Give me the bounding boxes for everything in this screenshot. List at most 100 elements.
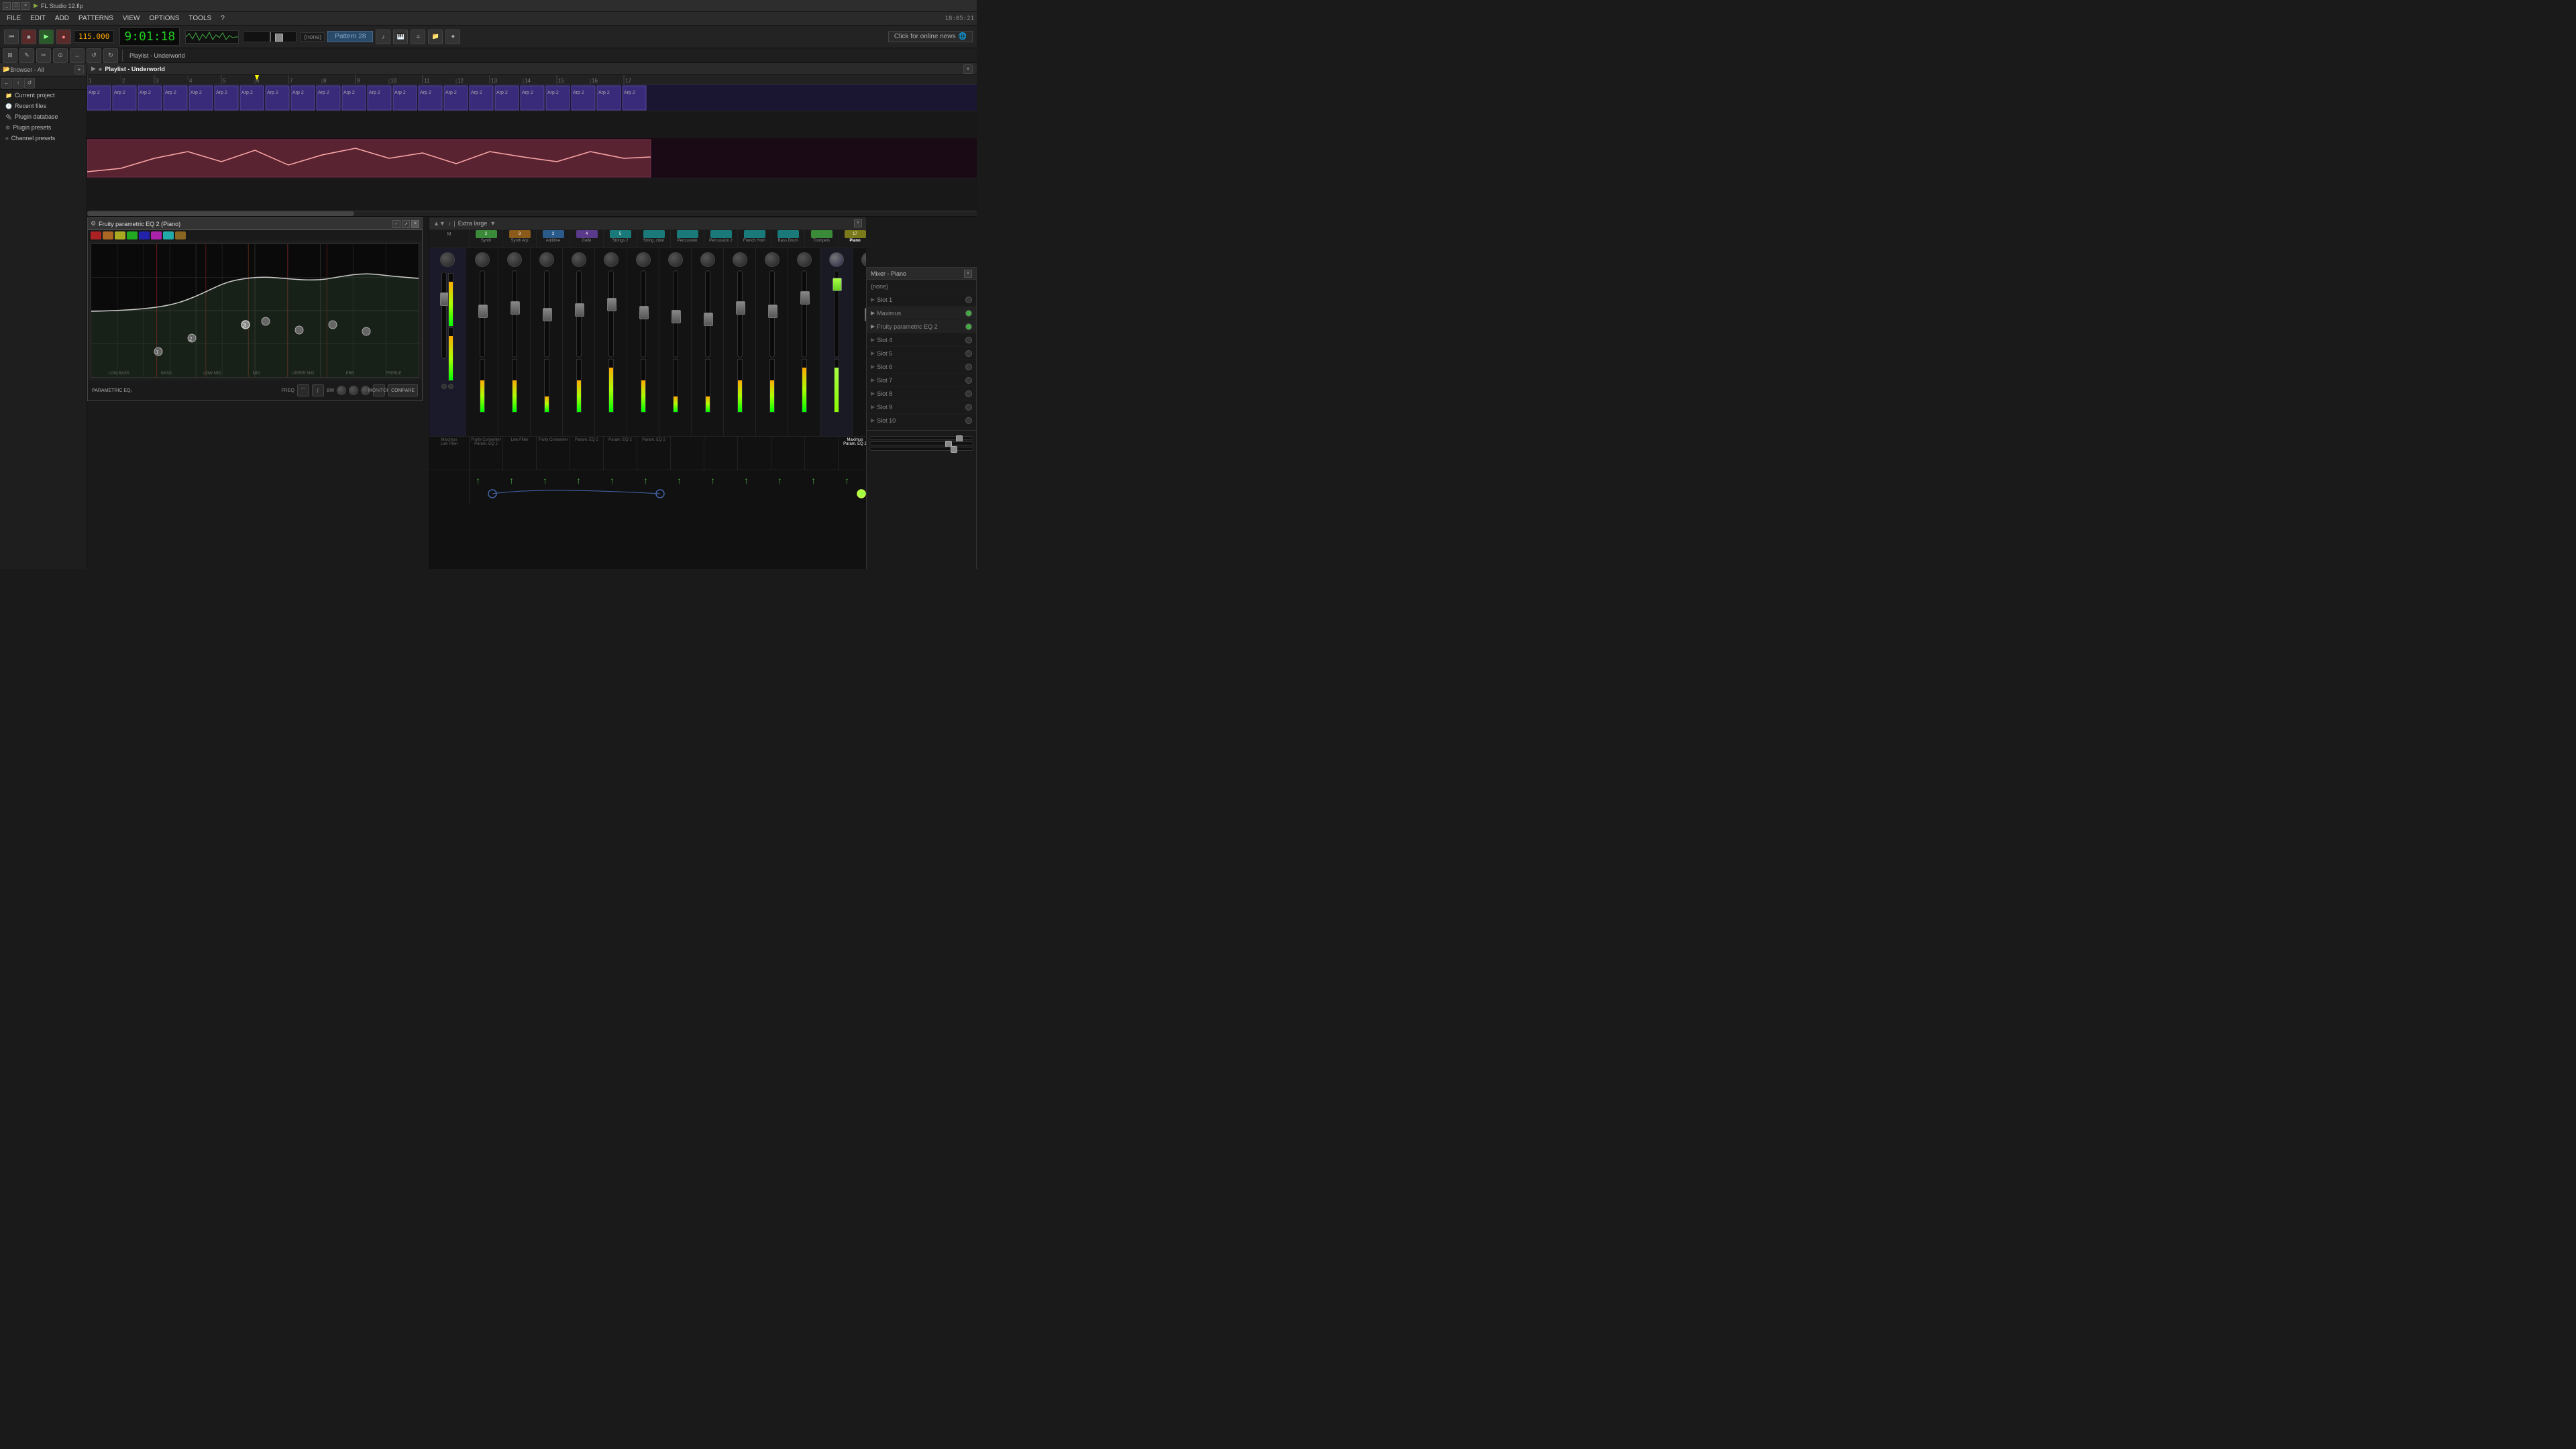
menu-options[interactable]: OPTIONS — [145, 13, 183, 23]
maximize-button[interactable]: □ — [12, 2, 20, 10]
eq-freq-knob[interactable] — [337, 386, 346, 395]
syntharp-fader-thumb[interactable] — [511, 301, 520, 315]
bassdrum-pan-knob[interactable] — [765, 252, 780, 267]
fhorn-pan-knob[interactable] — [733, 252, 747, 267]
mixer-close-btn[interactable]: × — [854, 219, 862, 227]
menu-file[interactable]: FILE — [3, 13, 25, 23]
tool6-btn[interactable]: ↻ — [103, 48, 118, 63]
scroll-thumb[interactable] — [87, 211, 354, 216]
browser-refresh-btn[interactable]: ↺ — [24, 78, 35, 89]
strings2-fader-thumb[interactable] — [607, 298, 616, 311]
slot9-power[interactable] — [965, 404, 972, 411]
browser-up-btn[interactable]: ↑ — [13, 78, 23, 89]
slot-maximus-power[interactable] — [965, 310, 972, 317]
pattern-button[interactable]: Pattern 28 — [327, 31, 373, 42]
cello-fader-thumb[interactable] — [575, 303, 584, 317]
perc-pan-knob[interactable] — [668, 252, 683, 267]
menu-help[interactable]: ? — [217, 13, 229, 23]
slot5-power[interactable] — [965, 350, 972, 357]
trumpets-fader-thumb[interactable] — [800, 291, 810, 305]
playlist-btn[interactable]: ≡ — [411, 30, 425, 44]
additive-fader-thumb[interactable] — [543, 308, 552, 321]
close-button[interactable]: × — [21, 2, 30, 10]
slot-1-item[interactable]: ▶ Slot 1 — [867, 293, 976, 307]
slot4-power[interactable] — [965, 337, 972, 343]
slot-10-item[interactable]: ▶ Slot 10 — [867, 414, 976, 427]
perc2-fader-thumb[interactable] — [704, 313, 713, 326]
fhorn-fader-thumb[interactable] — [736, 301, 745, 315]
minimize-button[interactable]: _ — [3, 2, 11, 10]
slot10-power[interactable] — [965, 417, 972, 424]
sidebar-item-current-project[interactable]: 📁 Current project — [0, 90, 87, 101]
eq-close-btn[interactable]: × — [411, 220, 419, 228]
tool3-btn[interactable]: ⊙ — [53, 48, 68, 63]
slot-eq2-power[interactable] — [965, 323, 972, 330]
browser-add-btn[interactable]: + — [74, 65, 84, 74]
master-mute-btn[interactable] — [441, 384, 447, 389]
menu-add[interactable]: ADD — [51, 13, 73, 23]
stringsec-pan-knob[interactable] — [636, 252, 651, 267]
slot-4-item[interactable]: ▶ Slot 4 — [867, 333, 976, 347]
trumpets-pan-knob[interactable] — [797, 252, 812, 267]
eq-monitor-btn[interactable]: MONITOR — [373, 384, 385, 396]
perc-fader-thumb[interactable] — [672, 310, 681, 323]
syntharp-pan-knob[interactable] — [507, 252, 522, 267]
synth-fader-thumb[interactable] — [478, 305, 488, 318]
playlist-close-btn[interactable]: × — [963, 64, 973, 74]
sidebar-item-recent-files[interactable]: 🕐 Recent files — [0, 101, 87, 111]
menu-patterns[interactable]: PATTERNS — [74, 13, 117, 23]
stringsec-fader-thumb[interactable] — [639, 306, 649, 319]
menu-edit[interactable]: EDIT — [26, 13, 50, 23]
news-button[interactable]: Click for online news 🌐 — [888, 31, 973, 42]
eq-compare-btn[interactable]: COMPARE — [388, 384, 418, 396]
bassdrum-fader-thumb[interactable] — [768, 305, 777, 318]
slot-6-item[interactable]: ▶ Slot 6 — [867, 360, 976, 374]
piano-pan-knob[interactable] — [829, 252, 844, 267]
slots-close-btn[interactable]: × — [964, 270, 972, 278]
additive-pan-knob[interactable] — [539, 252, 554, 267]
slot-none-top[interactable]: (none) — [867, 280, 976, 293]
cello-pan-knob[interactable] — [572, 252, 586, 267]
playlist-scrollbar[interactable] — [87, 211, 977, 216]
synth-pan-knob[interactable] — [475, 252, 490, 267]
slot-5-item[interactable]: ▶ Slot 5 — [867, 347, 976, 360]
browser-btn[interactable]: 📁 — [428, 30, 443, 44]
eq-minimize-btn[interactable]: ← — [392, 220, 400, 228]
tool2-btn[interactable]: ✂ — [36, 48, 51, 63]
strings2-pan-knob[interactable] — [604, 252, 619, 267]
tool4-btn[interactable]: ⇔ — [70, 48, 85, 63]
slot8-power[interactable] — [965, 390, 972, 397]
slot-9-item[interactable]: ▶ Slot 9 — [867, 400, 976, 414]
slot7-power[interactable] — [965, 377, 972, 384]
slot-8-item[interactable]: ▶ Slot 8 — [867, 387, 976, 400]
perc2-pan-knob[interactable] — [700, 252, 715, 267]
rewind-button[interactable]: ⏮ — [4, 30, 19, 44]
mixer-icon-btn[interactable]: ♪ — [376, 30, 390, 44]
master-pan-knob[interactable] — [440, 252, 455, 267]
bpm-display[interactable]: 115.000 — [74, 30, 114, 43]
stop-button[interactable]: ■ — [21, 30, 36, 44]
slot6-power[interactable] — [965, 364, 972, 370]
tool1-btn[interactable]: ✎ — [19, 48, 34, 63]
slot-maximus-item[interactable]: ▶ Maximus — [867, 307, 976, 320]
sidebar-item-plugin-presets[interactable]: ⚙ Plugin presets — [0, 122, 87, 133]
eq-band-type-btn1[interactable]: ⌒ — [297, 384, 309, 396]
slot1-power[interactable] — [965, 297, 972, 303]
browser-nav-btn[interactable]: ← — [1, 78, 12, 89]
master-solo-btn[interactable] — [448, 384, 453, 389]
eq-detach-btn[interactable]: ↗ — [402, 220, 410, 228]
sidebar-item-channel-presets[interactable]: ≡ Channel presets — [0, 133, 87, 144]
piano-fader-thumb[interactable] — [833, 278, 842, 291]
play-button[interactable]: ▶ — [39, 30, 54, 44]
window-controls[interactable]: _ □ × — [3, 2, 30, 10]
brass-pan-knob[interactable] — [861, 252, 867, 267]
menu-tools[interactable]: TOOLS — [184, 13, 215, 23]
tool5-btn[interactable]: ↺ — [87, 48, 101, 63]
record-button[interactable]: ● — [56, 30, 71, 44]
record2-btn[interactable]: ⏺ — [445, 30, 460, 44]
slot-7-item[interactable]: ▶ Slot 7 — [867, 374, 976, 387]
snap-btn[interactable]: ⊞ — [3, 48, 17, 63]
eq-band-type-btn2[interactable]: ∫ — [312, 384, 324, 396]
eq-bw-knob[interactable] — [349, 386, 358, 395]
menu-view[interactable]: VIEW — [119, 13, 144, 23]
